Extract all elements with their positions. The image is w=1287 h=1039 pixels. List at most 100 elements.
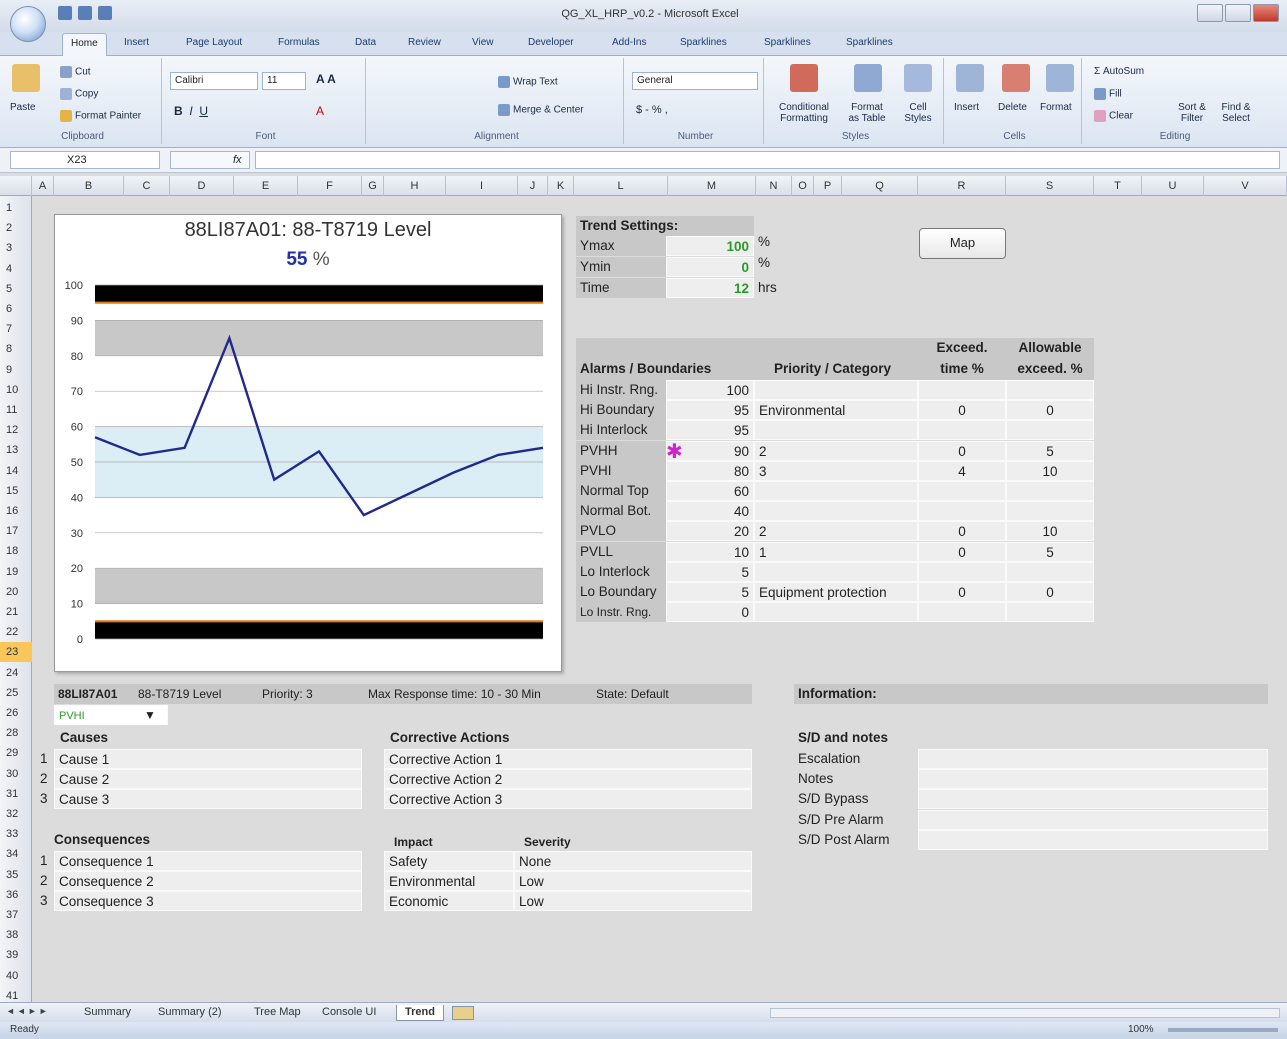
row-header-29[interactable]: 29	[0, 743, 32, 763]
alarm-allowable[interactable]	[1006, 420, 1094, 441]
column-header-n[interactable]: N	[756, 176, 792, 196]
alarm-exceed[interactable]: 0	[918, 541, 1006, 562]
corrective-action-item[interactable]: Corrective Action 3	[384, 789, 752, 810]
row-header-16[interactable]: 16	[0, 501, 32, 521]
consequence-item[interactable]: Consequence 3	[54, 891, 362, 912]
impact-item[interactable]: Safety	[384, 851, 514, 871]
alarm-value[interactable]: 5	[666, 561, 754, 582]
format-cells-button[interactable]: Format	[1040, 102, 1072, 113]
row-header-17[interactable]: 17	[0, 521, 32, 541]
grow-font-button[interactable]: A A	[316, 72, 336, 86]
select-all-button[interactable]	[0, 176, 32, 196]
format-painter-button[interactable]: Format Painter	[60, 110, 141, 122]
alarm-allowable[interactable]: 5	[1006, 440, 1094, 461]
wrap-text-button[interactable]: Wrap Text	[498, 76, 558, 88]
row-header-36[interactable]: 36	[0, 885, 32, 905]
paste-icon[interactable]	[12, 64, 40, 92]
merge-button[interactable]: Merge & Center	[498, 104, 584, 116]
row-header-28[interactable]: 28	[0, 723, 32, 743]
column-header-b[interactable]: B	[54, 176, 124, 196]
row-header-1[interactable]: 1	[0, 198, 32, 218]
alarm-exceed[interactable]: 0	[918, 400, 1006, 421]
column-header-u[interactable]: U	[1142, 176, 1204, 196]
font-size-combo[interactable]: 11	[262, 72, 306, 90]
minimize-button[interactable]	[1197, 4, 1223, 22]
ribbon-tab-home[interactable]: Home	[62, 33, 107, 56]
row-header-14[interactable]: 14	[0, 461, 32, 481]
alarm-exceed[interactable]	[918, 602, 1006, 623]
row-header-9[interactable]: 9	[0, 360, 32, 380]
map-button[interactable]: Map	[919, 228, 1006, 259]
alarm-allowable[interactable]: 10	[1006, 460, 1094, 481]
alarm-allowable[interactable]: 10	[1006, 521, 1094, 542]
column-header-l[interactable]: L	[574, 176, 668, 196]
alarm-value[interactable]: 95	[666, 400, 754, 421]
alarm-priority[interactable]	[754, 561, 918, 582]
alarm-priority[interactable]	[754, 420, 918, 441]
maximize-button[interactable]	[1225, 4, 1251, 22]
cut-button[interactable]: Cut	[60, 66, 91, 78]
alarm-exceed[interactable]	[918, 420, 1006, 441]
row-header-32[interactable]: 32	[0, 804, 32, 824]
trend-setting-value[interactable]: 0	[666, 257, 754, 277]
conditional-formatting-button[interactable]: Conditional Formatting	[772, 102, 836, 124]
alarm-value[interactable]: 60	[666, 481, 754, 501]
column-header-v[interactable]: V	[1204, 176, 1287, 196]
alarm-allowable[interactable]	[1006, 602, 1094, 623]
consequence-item[interactable]: Consequence 1	[54, 851, 362, 871]
ribbon-tab-developer[interactable]: Developer	[528, 37, 574, 48]
tab-scroll-buttons[interactable]: ◄◄►►	[6, 1006, 50, 1016]
alarm-allowable[interactable]	[1006, 561, 1094, 582]
close-button[interactable]	[1253, 4, 1279, 22]
alarm-allowable[interactable]: 5	[1006, 541, 1094, 562]
alarm-exceed[interactable]	[918, 501, 1006, 522]
column-header-d[interactable]: D	[170, 176, 234, 196]
row-header-34[interactable]: 34	[0, 844, 32, 864]
information-value[interactable]	[918, 829, 1268, 850]
paste-button[interactable]: Paste	[10, 102, 36, 113]
alarm-exceed[interactable]: 0	[918, 521, 1006, 542]
alarm-allowable[interactable]	[1006, 501, 1094, 522]
format-cells-icon[interactable]	[1046, 64, 1074, 92]
conditional-formatting-icon[interactable]	[790, 64, 818, 92]
alarm-priority[interactable]: 1	[754, 541, 918, 562]
zoom-slider[interactable]	[1168, 1028, 1278, 1032]
clear-button[interactable]: Clear	[1094, 110, 1133, 122]
row-header-12[interactable]: 12	[0, 420, 32, 440]
corrective-action-item[interactable]: Corrective Action 2	[384, 769, 752, 790]
column-header-a[interactable]: A	[32, 176, 54, 196]
new-sheet-icon[interactable]	[452, 1006, 474, 1020]
cause-item[interactable]: Cause 1	[54, 749, 362, 769]
sort-filter-button[interactable]: Sort & Filter	[1174, 102, 1210, 124]
alarm-value[interactable]: 95	[666, 420, 754, 441]
cell-styles-button[interactable]: Cell Styles	[896, 102, 940, 124]
horizontal-scrollbar[interactable]	[770, 1008, 1280, 1018]
alarm-exceed[interactable]	[918, 380, 1006, 400]
alarm-allowable[interactable]: 0	[1006, 582, 1094, 602]
column-header-e[interactable]: E	[234, 176, 298, 196]
alarm-priority[interactable]: Equipment protection	[754, 582, 918, 602]
column-header-o[interactable]: O	[792, 176, 814, 196]
autosum-button[interactable]: Σ AutoSum	[1094, 66, 1144, 77]
save-icon[interactable]	[58, 6, 72, 20]
row-header-23[interactable]: 23	[0, 642, 32, 663]
cause-item[interactable]: Cause 2	[54, 769, 362, 790]
trend-setting-value[interactable]: 12	[666, 278, 754, 298]
row-header-31[interactable]: 31	[0, 784, 32, 804]
currency-button[interactable]: $ - % ,	[636, 104, 668, 116]
information-value[interactable]	[918, 749, 1268, 769]
row-header-33[interactable]: 33	[0, 824, 32, 844]
ribbon-tab-insert[interactable]: Insert	[124, 37, 149, 48]
information-value[interactable]	[918, 769, 1268, 790]
column-header-h[interactable]: H	[384, 176, 446, 196]
ribbon-tab-view[interactable]: View	[472, 37, 494, 48]
alarm-allowable[interactable]	[1006, 380, 1094, 400]
severity-item[interactable]: None	[514, 851, 752, 871]
row-header-39[interactable]: 39	[0, 945, 32, 965]
delete-cells-button[interactable]: Delete	[998, 102, 1027, 113]
alarm-value[interactable]: 80	[666, 460, 754, 481]
insert-cells-button[interactable]: Insert	[954, 102, 979, 113]
find-select-button[interactable]: Find & Select	[1216, 102, 1256, 124]
column-header-t[interactable]: T	[1094, 176, 1142, 196]
ribbon-tab-formulas[interactable]: Formulas	[278, 37, 320, 48]
